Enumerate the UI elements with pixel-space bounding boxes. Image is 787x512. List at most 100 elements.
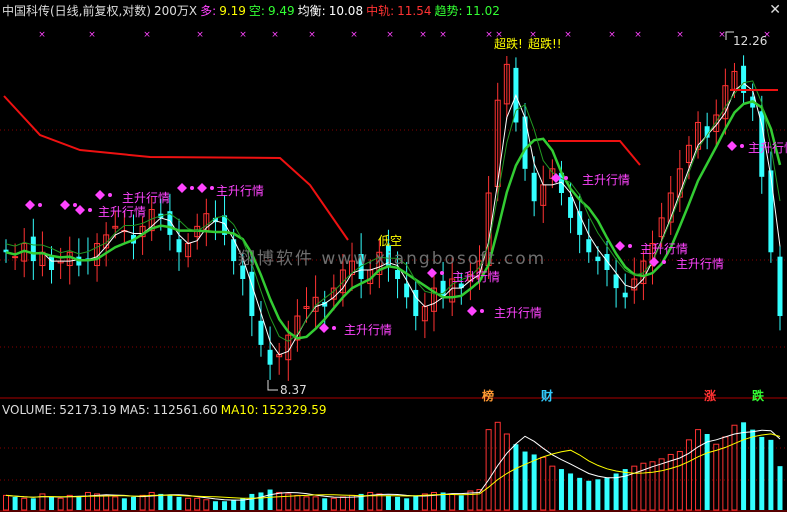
volume-header: VOLUME: 52173.19 MA5: 112561.60 MA10: 152329.… [2, 403, 330, 417]
volume-bar-18 [167, 495, 173, 510]
diamond-marker-2 [95, 190, 105, 200]
dot-marker-11 [662, 260, 666, 264]
volume-bar-28 [258, 492, 264, 510]
duo-label: 多: [200, 4, 217, 18]
volume-bar-6 [57, 497, 64, 511]
kong-label: 空: [248, 4, 265, 18]
dot-marker-8 [480, 309, 484, 313]
volume-bar-34 [312, 496, 319, 511]
dot-marker-9 [564, 176, 568, 180]
stock-title: 中国科传(日线,前复权,对数) [2, 4, 151, 18]
volume-bar-25 [231, 499, 237, 510]
volume-bar-82 [750, 429, 756, 510]
volume-bar-58 [531, 454, 537, 510]
volume-bar-44 [404, 498, 410, 510]
volume-bar-8 [76, 496, 82, 510]
volume-bar-9 [84, 491, 91, 511]
candle-body-81 [741, 65, 747, 93]
candle-body-67 [613, 274, 619, 289]
volume-bar-80 [731, 424, 738, 511]
tag-zhang: 涨 [704, 389, 717, 403]
diamond-marker-10 [615, 241, 625, 251]
volume-bar-36 [330, 497, 337, 511]
close-icon[interactable]: ✕ [769, 2, 781, 18]
candle-body-44 [404, 283, 410, 298]
chart-window: { "header": { "stock": "中国科传(日线,前复权,对数)"… [0, 0, 787, 512]
annotation-chaodie: 超跌! [494, 37, 523, 51]
diamond-marker-5 [197, 183, 207, 193]
volume-bar-37 [339, 496, 346, 511]
volume-bar-74 [676, 451, 683, 511]
volume-bar-85 [777, 466, 783, 510]
kong-value: 9.49 [267, 4, 295, 18]
dot-marker-5 [210, 186, 214, 190]
volume-bar-7 [66, 494, 73, 511]
volume-bar-12 [112, 496, 119, 511]
volume-bar-19 [176, 496, 182, 510]
dot-marker-12 [740, 144, 744, 148]
candle-body-3 [30, 236, 36, 262]
volume-bar-84 [768, 439, 774, 510]
volume-bar-29 [267, 489, 273, 510]
volume-bar-27 [249, 493, 255, 510]
candle-body-68 [622, 292, 628, 298]
low-price-pointer [267, 380, 278, 391]
volume-bar-75 [685, 439, 692, 511]
volume-label: VOLUME: [2, 403, 57, 417]
annotation-zhusheng-5: 主升行情 [452, 270, 501, 284]
volume-bar-5 [49, 496, 55, 510]
diamond-marker-7 [427, 268, 437, 278]
volume-unit: 200万X [154, 4, 198, 18]
volume-bar-60 [549, 465, 556, 511]
candle-body-28 [258, 320, 264, 345]
top-marker-4: × [239, 30, 247, 40]
diamond-marker-8 [467, 306, 477, 316]
candle-body-29 [267, 349, 273, 365]
duo-value: 9.19 [219, 4, 246, 18]
tag-bang: 榜 [482, 389, 495, 403]
candle-body-1 [12, 256, 19, 259]
ma5-label: MA5: [119, 403, 150, 417]
top-marker-1: × [88, 30, 96, 40]
dot-marker-3 [88, 208, 92, 212]
top-marker-10: × [439, 30, 447, 40]
volume-bar-59 [540, 456, 547, 511]
volume-bar-57 [522, 451, 528, 510]
volume-bar-53 [485, 429, 492, 511]
top-marker-5: × [271, 30, 279, 40]
volume-bar-49 [449, 493, 456, 511]
zhonggui-value: 11.54 [397, 4, 432, 18]
top-marker-3: × [196, 30, 204, 40]
volume-bar-43 [395, 496, 401, 510]
diamond-marker-4 [177, 183, 187, 193]
diamond-marker-1 [60, 200, 70, 210]
top-marker-2: × [143, 30, 151, 40]
dot-marker-4 [190, 186, 194, 190]
volume-bar-2 [21, 497, 28, 511]
volume-bar-72 [658, 458, 665, 511]
top-marker-9: × [419, 30, 427, 40]
volume-bar-23 [212, 501, 218, 510]
annotation-zhusheng-6: 主升行情 [494, 306, 543, 320]
volume-bar-13 [121, 498, 127, 510]
top-marker-18: × [718, 30, 726, 40]
candle-body-43 [395, 269, 401, 280]
top-marker-8: × [386, 30, 394, 40]
annotation-zhusheng-10: 主升行情 [748, 141, 787, 155]
candle-body-58 [531, 172, 537, 202]
ma10-label: MA10: [220, 403, 259, 417]
volume-bar-41 [376, 493, 383, 511]
volume-bar-62 [568, 473, 574, 510]
junheng-value: 10.08 [328, 4, 364, 18]
top-marker-14: × [564, 30, 572, 40]
volume-bar-0 [3, 494, 9, 511]
volume-bar-20 [185, 497, 192, 511]
volume-bar-50 [458, 495, 464, 510]
annotation-zhusheng-4: 主升行情 [344, 323, 393, 337]
candle-body-65 [595, 256, 601, 262]
diamond-marker-3 [75, 205, 85, 215]
volume-bar-22 [203, 499, 210, 511]
candle-body-66 [604, 254, 610, 270]
dot-marker-0 [38, 203, 42, 207]
dot-marker-6 [332, 326, 336, 330]
